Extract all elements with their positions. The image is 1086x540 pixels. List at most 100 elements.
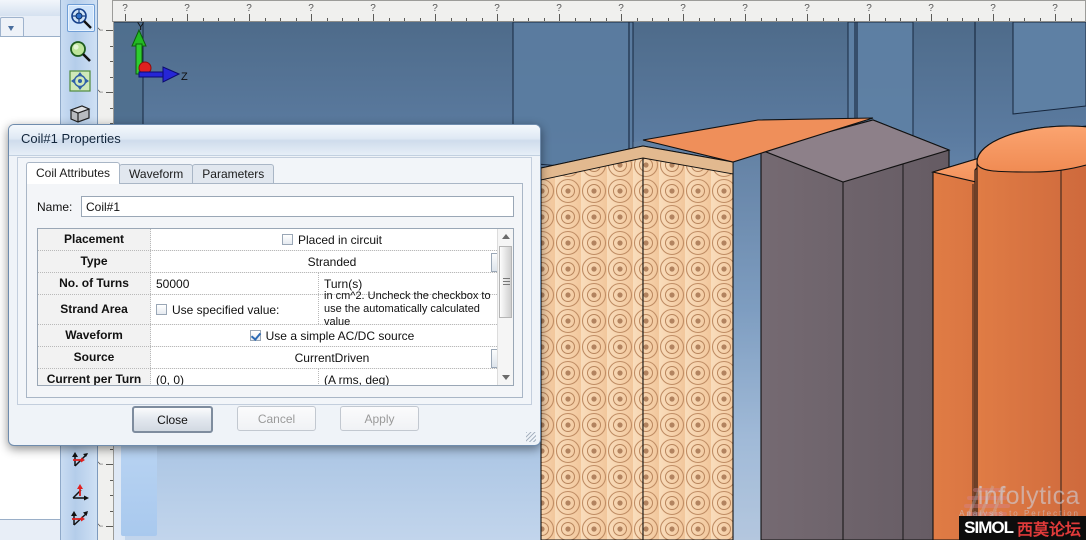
triad-y-label: Y bbox=[137, 22, 145, 33]
ruler-label: ? bbox=[680, 3, 686, 14]
ruler-tick bbox=[559, 14, 560, 21]
dialog-body: Coil Attributes Waveform Parameters Name: … bbox=[17, 157, 532, 405]
dropdown-value: CurrentDriven bbox=[294, 350, 370, 365]
ruler-tick bbox=[621, 14, 622, 21]
table-row[interactable]: Strand Area Use specified value: in cm^2. … bbox=[38, 290, 513, 328]
ruler-label: ? bbox=[122, 3, 128, 14]
horizontal-ruler[interactable]: ???????????????? bbox=[112, 0, 1086, 22]
table-row[interactable]: Source CurrentDriven bbox=[38, 347, 513, 369]
row-header: No. of Turns bbox=[38, 273, 151, 294]
ruler-tick bbox=[311, 14, 312, 21]
table-row[interactable]: Placement Placed in circuit bbox=[38, 229, 513, 251]
grid-scrollbar[interactable] bbox=[497, 229, 513, 385]
ruler-tick bbox=[853, 18, 855, 21]
scroll-down-button[interactable] bbox=[498, 370, 513, 385]
ruler-tick bbox=[140, 18, 142, 21]
row-dropdown-cell[interactable]: CurrentDriven bbox=[151, 347, 513, 368]
ruler-tick bbox=[233, 18, 235, 21]
axis-xy-icon[interactable] bbox=[67, 480, 93, 506]
ruler-tick bbox=[993, 14, 994, 21]
ruler-tick bbox=[435, 14, 436, 21]
ruler-tick bbox=[218, 18, 219, 21]
ruler-tick bbox=[156, 18, 157, 21]
row-header: Type bbox=[38, 251, 151, 272]
ruler-tick bbox=[110, 76, 113, 78]
row-value-cell[interactable]: 50000 bbox=[151, 273, 319, 294]
table-row[interactable]: Type Stranded bbox=[38, 251, 513, 273]
ruler-tick bbox=[110, 45, 113, 47]
ruler-tick bbox=[946, 18, 948, 21]
resize-grip-icon[interactable] bbox=[526, 432, 536, 442]
ruler-tick bbox=[512, 18, 514, 21]
ruler-tick bbox=[590, 18, 591, 21]
ruler-tick bbox=[373, 14, 374, 21]
table-row[interactable]: Waveform Use a simple AC/DC source bbox=[38, 325, 513, 347]
row-checkbox-cell[interactable]: Use specified value: bbox=[151, 295, 319, 324]
ruler-label: ? bbox=[804, 3, 810, 14]
row-dropdown-cell[interactable]: Stranded bbox=[151, 251, 513, 272]
dialog-buttons[interactable]: Close Cancel Apply bbox=[9, 406, 542, 433]
ruler-tick bbox=[450, 18, 452, 21]
ruler-tick bbox=[869, 14, 870, 21]
row-checkbox-cell[interactable]: Placed in circuit bbox=[151, 229, 513, 250]
magnifier-zoom-icon[interactable] bbox=[67, 38, 93, 64]
ruler-tick bbox=[915, 18, 917, 21]
dialog-tabs[interactable]: Coil Attributes Waveform Parameters bbox=[26, 162, 275, 184]
coil-properties-dialog[interactable]: Coil#1 Properties Coil Attributes Wavefor… bbox=[8, 124, 541, 446]
checkbox[interactable] bbox=[281, 234, 293, 245]
row-checkbox-cell[interactable]: Use a simple AC/DC source bbox=[151, 325, 513, 346]
ruler-tick bbox=[683, 14, 684, 21]
ruler-tick bbox=[171, 18, 173, 21]
view-box-icon[interactable] bbox=[67, 100, 93, 126]
axis-triad-icon: Y Z bbox=[131, 22, 188, 83]
ruler-tick bbox=[110, 495, 113, 496]
ruler-tick bbox=[776, 18, 777, 21]
name-row: Name: bbox=[37, 196, 514, 218]
scroll-thumb[interactable] bbox=[499, 246, 512, 318]
simol-banner-cjk: 西莫论坛 bbox=[1016, 520, 1081, 539]
ruler-label: ? bbox=[308, 3, 314, 14]
simol-banner-latin: SIMOL bbox=[964, 518, 1014, 537]
tab-waveform[interactable]: Waveform bbox=[119, 164, 194, 184]
dialog-titlebar[interactable]: Coil#1 Properties bbox=[9, 125, 540, 156]
ruler-tick bbox=[667, 18, 669, 21]
zoom-region-icon[interactable] bbox=[67, 4, 95, 32]
tab-parameters[interactable]: Parameters bbox=[192, 164, 275, 184]
ruler-tick bbox=[1024, 18, 1025, 21]
name-input[interactable] bbox=[81, 196, 514, 217]
dialog-title: Coil#1 Properties bbox=[21, 131, 121, 146]
ruler-tick bbox=[745, 14, 746, 21]
ruler-tick bbox=[884, 18, 886, 21]
ruler-label: ? bbox=[432, 3, 438, 14]
tab-coil-attributes[interactable]: Coil Attributes bbox=[26, 162, 121, 184]
ruler-tick bbox=[729, 18, 731, 21]
scroll-up-button[interactable] bbox=[498, 229, 513, 244]
ruler-tick bbox=[249, 14, 250, 21]
ruler-tick bbox=[106, 526, 113, 527]
simol-banner: SIMOL 西莫论坛 bbox=[959, 516, 1086, 540]
close-button[interactable]: Close bbox=[132, 406, 213, 433]
ruler-tick bbox=[342, 18, 343, 21]
ruler-tick bbox=[110, 61, 113, 62]
ruler-tick bbox=[280, 18, 281, 21]
coil-attributes-grid[interactable]: Placement Placed in circuit Type Stranded No… bbox=[37, 228, 514, 386]
ruler-label: ? bbox=[370, 3, 376, 14]
table-row[interactable]: Current per Turn (0, 0) (A rms, deg) bbox=[38, 369, 513, 385]
ruler-label: ? bbox=[866, 3, 872, 14]
ruler-tick bbox=[264, 18, 266, 21]
ruler-tick bbox=[404, 18, 405, 21]
left-dock-tab[interactable] bbox=[0, 17, 24, 38]
row-header: Current per Turn bbox=[38, 369, 151, 385]
ruler-tick bbox=[1039, 18, 1041, 21]
axis-global-icon[interactable] bbox=[67, 506, 93, 532]
row-value-cell[interactable]: (0, 0) bbox=[151, 369, 319, 385]
checkbox[interactable] bbox=[156, 304, 167, 315]
application-window: infolytica Analysis to Perfection SIMOL … bbox=[0, 0, 1086, 540]
ruler-tick bbox=[419, 18, 421, 21]
axis-xyz-icon[interactable] bbox=[67, 448, 93, 474]
pan-rotate-icon[interactable] bbox=[67, 68, 93, 94]
ruler-tick bbox=[110, 479, 113, 481]
checkbox[interactable] bbox=[249, 330, 261, 341]
ruler-label: ? bbox=[246, 3, 252, 14]
ruler-tick bbox=[125, 14, 126, 21]
